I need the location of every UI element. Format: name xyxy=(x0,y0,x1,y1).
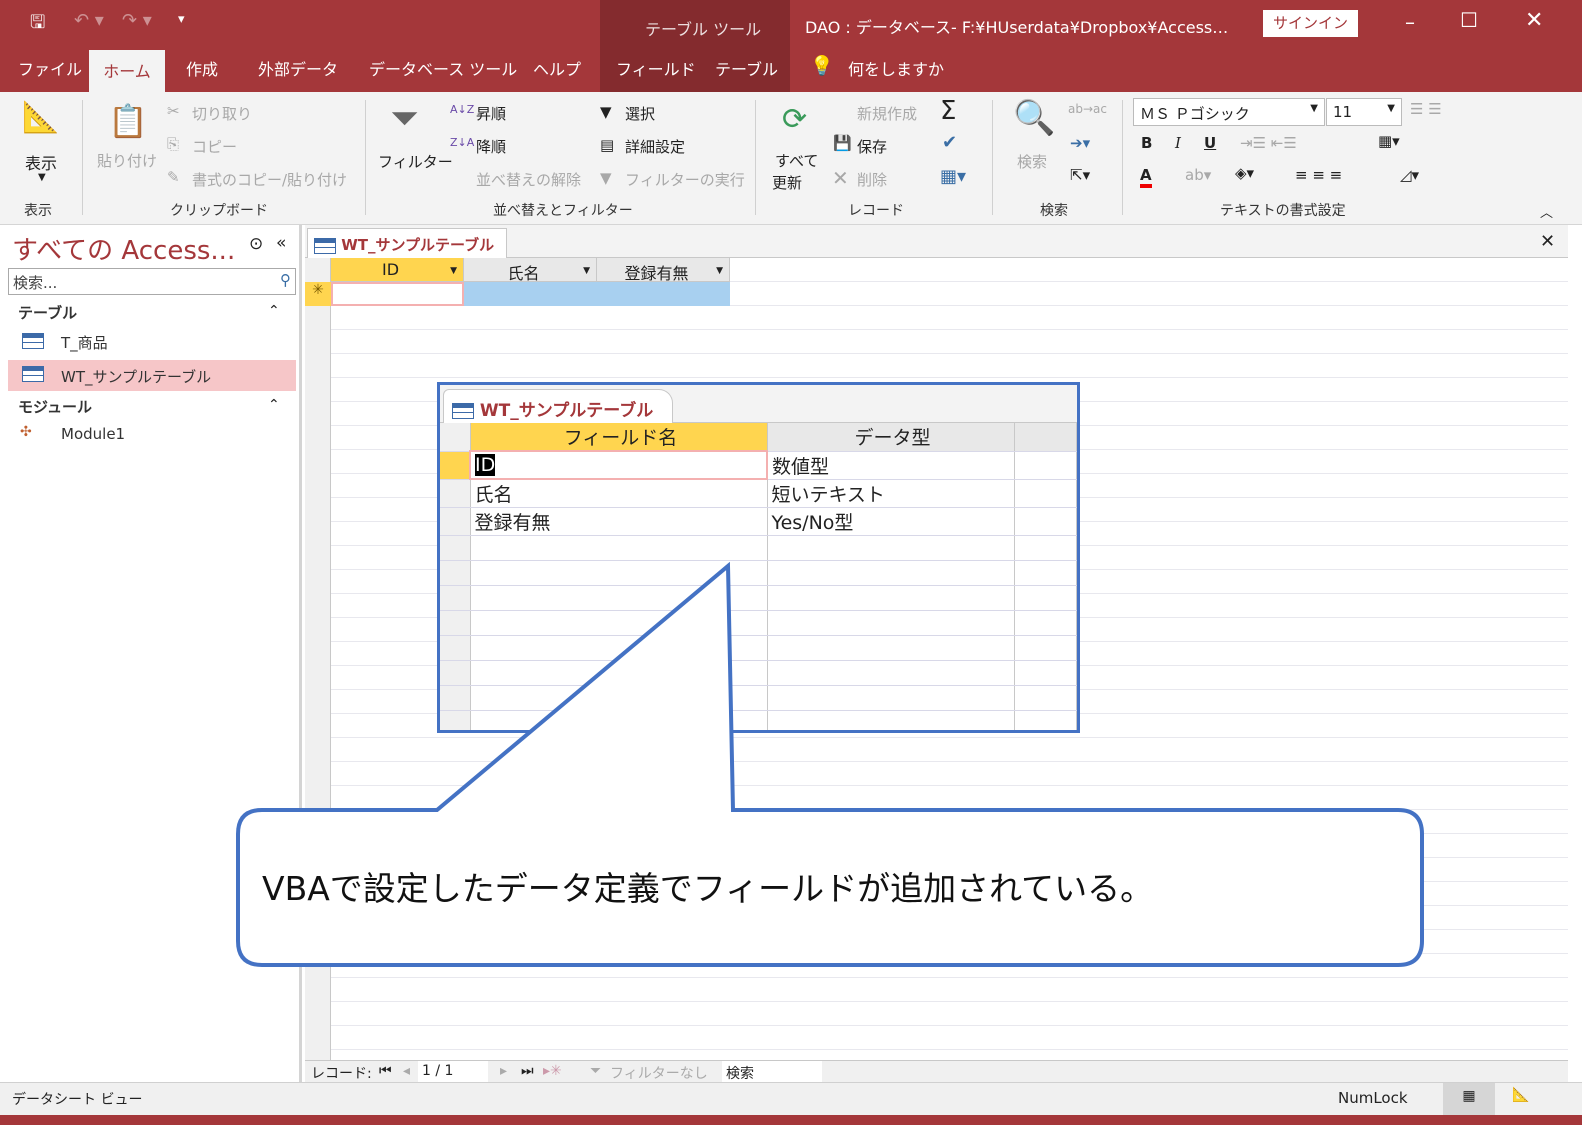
record-search-input[interactable]: 検索 xyxy=(722,1061,822,1082)
datasheet-view-button[interactable]: ▦ xyxy=(1443,1083,1495,1115)
numlock-indicator: NumLock xyxy=(1338,1089,1408,1107)
callout-text: VBAで設定したデータ定義でフィールドが追加されている。 xyxy=(262,869,1154,908)
no-filter-button[interactable]: フィルターなし xyxy=(610,1063,708,1083)
window-border xyxy=(0,1115,1582,1125)
record-label: レコード: xyxy=(311,1066,372,1082)
new-record-nav-button[interactable]: ▸✳ xyxy=(543,1063,562,1079)
last-record-button[interactable]: ⏭ xyxy=(521,1063,534,1079)
filter-off-icon: ⏷ xyxy=(590,1063,602,1079)
first-record-button[interactable]: ⏮ xyxy=(379,1063,392,1079)
status-bar: データシート ビュー NumLock ▦ 📐 xyxy=(0,1082,1582,1115)
next-record-button[interactable]: ▸ xyxy=(500,1063,507,1079)
current-record-input[interactable]: 1 / 1 xyxy=(418,1061,488,1082)
design-view-button[interactable]: 📐 xyxy=(1512,1087,1529,1103)
prev-record-button[interactable]: ◂ xyxy=(403,1063,410,1079)
status-view-label: データシート ビュー xyxy=(12,1092,143,1108)
callout-shape xyxy=(236,561,1424,967)
record-navigator: レコード: ⏮ ◂ 1 / 1 ▸ ⏭ ▸✳ ⏷ フィルターなし 検索 xyxy=(305,1060,1568,1082)
